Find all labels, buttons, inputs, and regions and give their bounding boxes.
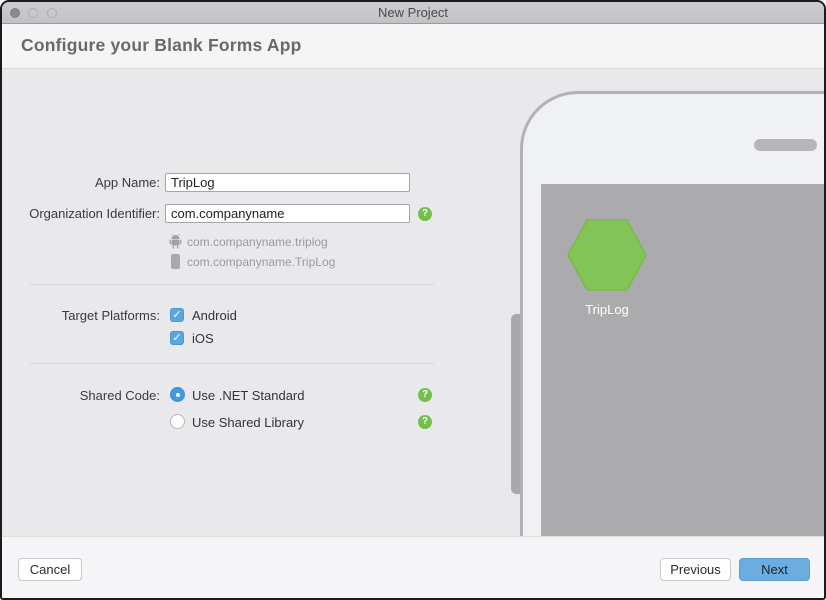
app-name-label: App Name: xyxy=(94,175,160,190)
ios-checkbox-label[interactable]: iOS xyxy=(192,331,214,346)
net-standard-radio-label[interactable]: Use .NET Standard xyxy=(192,388,304,403)
org-identifier-input[interactable] xyxy=(165,204,410,223)
section-divider xyxy=(30,363,434,364)
org-identifier-help-icon[interactable]: ? xyxy=(418,207,432,221)
app-name-input[interactable] xyxy=(165,173,410,192)
android-identifier-text: com.companyname.triplog xyxy=(187,235,328,249)
next-button[interactable]: Next xyxy=(739,558,810,581)
ios-checkbox[interactable]: ✓ xyxy=(170,331,184,345)
window-title: New Project xyxy=(377,5,449,20)
titlebar: New Project xyxy=(2,2,824,24)
section-divider xyxy=(30,284,434,285)
preview-app-name: TripLog xyxy=(585,302,629,317)
cancel-button[interactable]: Cancel xyxy=(18,558,82,581)
shared-code-label: Shared Code: xyxy=(79,388,160,403)
app-hexagon-icon xyxy=(567,219,647,291)
org-identifier-label: Organization Identifier: xyxy=(29,206,160,221)
previous-button[interactable]: Previous xyxy=(660,558,731,581)
net-standard-help-icon[interactable]: ? xyxy=(418,388,432,402)
net-standard-radio[interactable] xyxy=(170,387,185,402)
dialog-header: Configure your Blank Forms App xyxy=(2,24,824,69)
target-platforms-label: Target Platforms: xyxy=(61,308,160,323)
phone-speaker xyxy=(754,139,817,151)
android-checkbox[interactable]: ✓ xyxy=(170,308,184,322)
shared-library-radio-label[interactable]: Use Shared Library xyxy=(192,415,304,430)
page-title: Configure your Blank Forms App xyxy=(21,35,302,55)
android-checkbox-label[interactable]: Android xyxy=(192,308,237,323)
dialog-footer: Cancel Previous Next xyxy=(2,536,824,598)
ios-identifier-text: com.companyname.TripLog xyxy=(187,255,336,269)
ios-phone-icon xyxy=(171,254,180,269)
android-icon xyxy=(169,234,182,249)
new-project-dialog: New Project Configure your Blank Forms A… xyxy=(0,0,826,600)
shared-library-help-icon[interactable]: ? xyxy=(418,415,432,429)
shared-library-radio[interactable] xyxy=(170,414,185,429)
dialog-content: TripLog App Name: Organization Identifie… xyxy=(2,69,824,540)
